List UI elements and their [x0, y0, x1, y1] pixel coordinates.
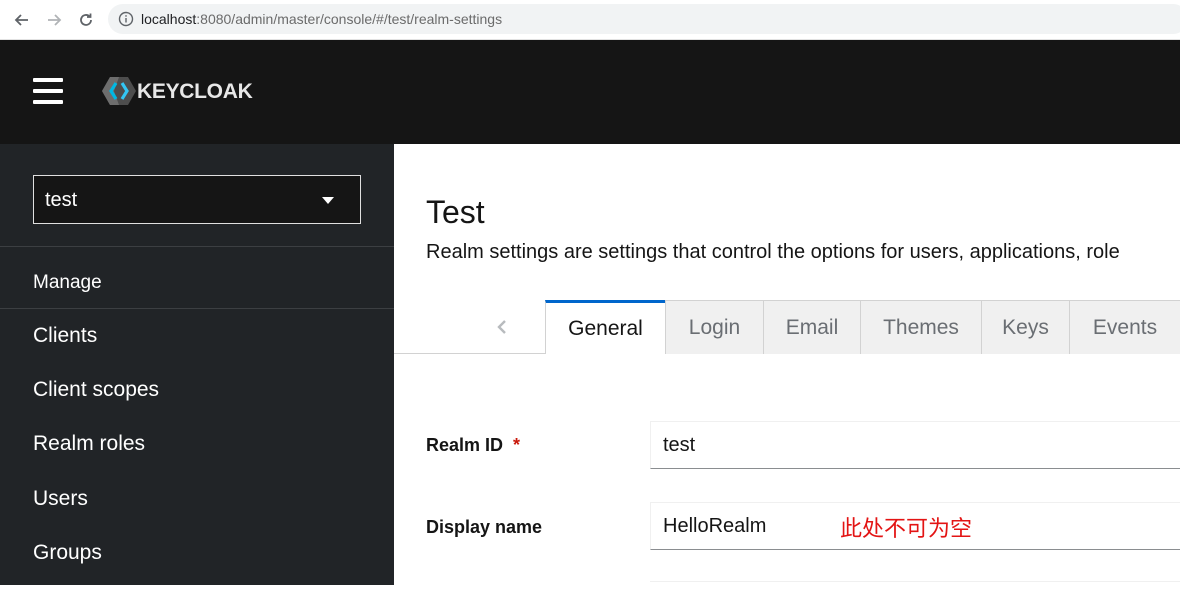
logo-text: KEYCLOAK: [137, 80, 253, 103]
keycloak-logo-icon: [102, 77, 136, 105]
tab-email[interactable]: Email: [763, 300, 860, 354]
info-icon[interactable]: [118, 11, 134, 27]
tab-keys[interactable]: Keys: [981, 300, 1069, 354]
url-text: localhost:8080/admin/master/console/#/te…: [141, 10, 502, 28]
realm-selector[interactable]: test: [33, 175, 361, 224]
tab-events[interactable]: Events: [1069, 300, 1180, 354]
sidebar-item-groups[interactable]: Groups: [33, 541, 102, 565]
realm-id-input[interactable]: [650, 421, 1180, 469]
sidebar-divider: [0, 308, 394, 309]
sidebar-section-manage: Manage: [33, 272, 102, 293]
url-host: localhost: [141, 11, 197, 27]
masthead: KEYCLOAK: [0, 40, 1180, 144]
url-path: :8080/admin/master/console/#/test/realm-…: [196, 11, 503, 27]
browser-toolbar: localhost:8080/admin/master/console/#/te…: [0, 0, 1180, 40]
main-content: Test Realm settings are settings that co…: [394, 144, 1180, 585]
reload-icon[interactable]: [74, 8, 98, 32]
page-title: Test: [426, 194, 485, 230]
sidebar-item-client-scopes[interactable]: Client scopes: [33, 378, 159, 402]
next-field-edge: [650, 581, 1180, 589]
sidebar-divider: [0, 246, 394, 247]
tab-general[interactable]: General: [545, 300, 665, 354]
forward-arrow-icon[interactable]: [42, 8, 66, 32]
tab-themes[interactable]: Themes: [860, 300, 981, 354]
realm-id-label: Realm ID *: [426, 435, 520, 456]
annotation-text: 此处不可为空: [840, 516, 973, 541]
tab-scroll-left-icon[interactable]: [494, 318, 510, 336]
hamburger-menu-icon[interactable]: [33, 78, 65, 106]
sidebar-item-clients[interactable]: Clients: [33, 324, 97, 348]
caret-down-icon: [322, 197, 334, 204]
back-arrow-icon[interactable]: [10, 8, 34, 32]
tabs-bar: General Login Email Themes Keys Events: [394, 300, 1180, 354]
sidebar-item-realm-roles[interactable]: Realm roles: [33, 432, 145, 456]
sidebar-item-users[interactable]: Users: [33, 487, 88, 511]
realm-selector-value: test: [45, 189, 78, 211]
page-description: Realm settings are settings that control…: [426, 241, 1120, 263]
required-marker: *: [513, 435, 521, 455]
keycloak-logo: KEYCLOAK: [102, 74, 262, 108]
address-bar[interactable]: localhost:8080/admin/master/console/#/te…: [108, 4, 1180, 34]
realm-id-label-text: Realm ID: [426, 435, 504, 455]
tab-login[interactable]: Login: [665, 300, 763, 354]
sidebar: test Manage Clients Client scopes Realm …: [0, 144, 394, 585]
display-name-label: Display name: [426, 517, 543, 537]
